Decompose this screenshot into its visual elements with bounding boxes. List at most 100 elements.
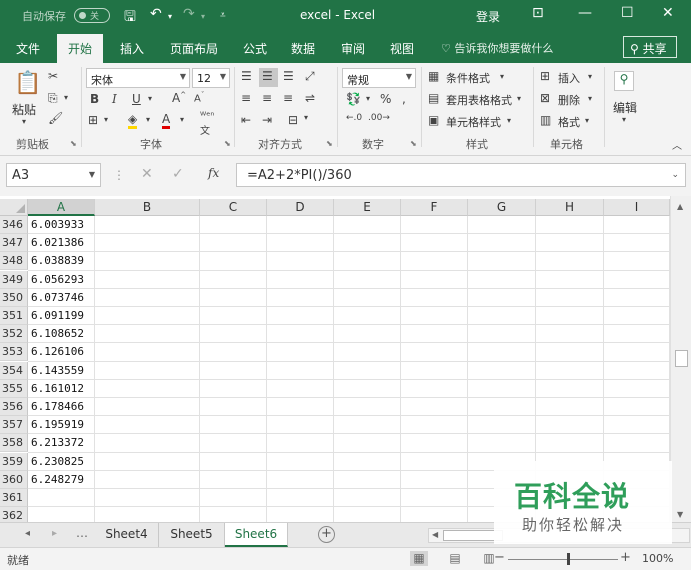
zoom-in-icon[interactable]: +	[620, 550, 631, 565]
cell-style-label[interactable]: 单元格样式	[446, 114, 501, 130]
formula-input[interactable]: =A2+2*PI()/360 ⌄	[236, 163, 686, 187]
copy-icon[interactable]: ⎘	[48, 91, 58, 106]
increase-indent-icon[interactable]: ⇥	[262, 113, 272, 127]
number-format-select[interactable]: 常规 ▼	[342, 68, 416, 88]
tab-review[interactable]: 审阅	[341, 40, 365, 57]
font-color-dropdown-icon[interactable]: ▾	[180, 115, 184, 124]
select-all-button[interactable]	[0, 199, 28, 216]
cell-a[interactable]: 6.161012	[31, 380, 84, 398]
format-cells-label[interactable]: 格式	[558, 114, 580, 130]
row-header[interactable]: 346	[0, 216, 28, 234]
column-header-d[interactable]: D	[267, 199, 334, 216]
column-header-g[interactable]: G	[468, 199, 536, 216]
accounting-dropdown-icon[interactable]: ▾	[366, 94, 370, 103]
maximize-icon[interactable]: ☐	[621, 5, 634, 21]
zoom-slider[interactable]	[508, 559, 618, 560]
login-link[interactable]: 登录	[476, 8, 500, 25]
delete-cells-icon[interactable]: ⊠	[540, 91, 550, 105]
merge-dropdown-icon[interactable]: ▾	[304, 113, 308, 122]
chevron-down-icon[interactable]: ▾	[588, 94, 592, 103]
cell-a[interactable]: 6.143559	[31, 362, 84, 380]
cell-a[interactable]: 6.195919	[31, 416, 84, 434]
tab-view[interactable]: 视图	[390, 40, 414, 57]
phonetic-icon[interactable]: ᵂᵉⁿ 文	[200, 111, 214, 137]
cell-a[interactable]: 6.038839	[31, 252, 84, 270]
row-header[interactable]: 350	[0, 288, 28, 307]
cell-a[interactable]: 6.213372	[31, 434, 84, 452]
fill-color-icon[interactable]: ◈	[128, 113, 138, 129]
bold-icon[interactable]: B	[90, 92, 99, 106]
decrease-decimal-icon[interactable]: .00→	[368, 113, 390, 123]
more-sheets-icon[interactable]: …	[76, 526, 88, 540]
row-header[interactable]: 356	[0, 398, 28, 416]
underline-dropdown-icon[interactable]: ▾	[148, 94, 152, 103]
row-header[interactable]: 348	[0, 252, 28, 271]
row-header[interactable]: 358	[0, 434, 28, 453]
formula-bar-handle-icon[interactable]: ⋮	[113, 168, 125, 182]
increase-font-icon[interactable]: A^	[172, 91, 186, 105]
paste-dropdown-icon[interactable]: ▾	[22, 117, 26, 126]
number-dialog-launcher-icon[interactable]: ⬊	[410, 139, 417, 148]
name-box[interactable]: A3 ▼	[6, 163, 101, 187]
chevron-down-icon[interactable]: ▾	[507, 116, 511, 125]
decrease-indent-icon[interactable]: ⇤	[241, 113, 251, 127]
align-right-icon[interactable]: ≡	[283, 91, 293, 105]
page-layout-view-icon[interactable]: ▤	[446, 551, 464, 566]
sheet-tab-sheet4[interactable]: Sheet4	[95, 523, 159, 547]
align-center-icon[interactable]: ≡	[262, 91, 272, 105]
align-middle-icon[interactable]: ☰	[262, 69, 273, 83]
row-header[interactable]: 351	[0, 307, 28, 325]
row-header[interactable]: 353	[0, 343, 28, 362]
edit-label[interactable]: 编辑	[613, 99, 637, 116]
row-header[interactable]: 361	[0, 489, 28, 507]
vertical-scroll-thumb[interactable]	[675, 350, 688, 367]
tab-home[interactable]: 开始	[57, 34, 104, 63]
save-icon[interactable]: 🖫	[124, 6, 136, 30]
row-header[interactable]: 352	[0, 325, 28, 344]
tab-file[interactable]: 文件	[16, 40, 40, 57]
undo-icon[interactable]: ↶	[150, 6, 162, 22]
scroll-sheets-left-icon[interactable]: ◂	[25, 528, 30, 539]
ribbon-display-options-icon[interactable]: ⊡	[532, 5, 544, 21]
orientation-icon[interactable]: ⤢	[305, 69, 315, 84]
paste-icon[interactable]: 📋	[14, 71, 41, 96]
border-icon[interactable]: ⊞	[88, 113, 98, 127]
zoom-slider-thumb[interactable]	[567, 553, 570, 565]
normal-view-icon[interactable]: ▦	[410, 551, 428, 566]
tab-page-layout[interactable]: 页面布局	[170, 40, 218, 57]
insert-cells-label[interactable]: 插入	[558, 70, 580, 86]
scroll-down-icon[interactable]: ▼	[677, 510, 683, 519]
conditional-format-icon[interactable]: ▦	[428, 69, 439, 83]
merge-center-icon[interactable]: ⊟	[288, 113, 298, 127]
percent-icon[interactable]: %	[380, 92, 391, 106]
row-header[interactable]: 354	[0, 361, 28, 380]
paste-label[interactable]: 粘贴	[12, 101, 36, 118]
increase-decimal-icon[interactable]: ←.0	[346, 113, 362, 123]
cell-a[interactable]: 6.230825	[31, 453, 84, 471]
chevron-down-icon[interactable]: ▾	[517, 94, 521, 103]
redo-icon[interactable]: ↷	[183, 6, 195, 22]
font-name-select[interactable]: 宋体 ▼	[86, 68, 190, 88]
zoom-level[interactable]: 100%	[642, 552, 673, 565]
row-header[interactable]: 347	[0, 234, 28, 253]
cell-a[interactable]: 6.108652	[31, 325, 84, 343]
zoom-out-icon[interactable]: −	[494, 550, 505, 565]
tell-me-search[interactable]: ♡ 告诉我你想要做什么	[441, 40, 553, 56]
alignment-dialog-launcher-icon[interactable]: ⬊	[326, 139, 333, 148]
cell-a[interactable]: 6.073746	[31, 289, 84, 307]
align-left-icon[interactable]: ≡	[241, 91, 251, 105]
share-button[interactable]: ⚲ 共享	[623, 36, 677, 58]
sheet-tab-sheet5[interactable]: Sheet5	[159, 523, 225, 547]
cell-a[interactable]: 6.248279	[31, 471, 84, 489]
italic-icon[interactable]: I	[112, 92, 117, 106]
close-icon[interactable]: ✕	[662, 5, 674, 21]
tab-insert[interactable]: 插入	[120, 40, 144, 57]
scroll-left-icon[interactable]: ◀	[432, 530, 438, 539]
column-header-a[interactable]: A	[28, 199, 95, 216]
row-header[interactable]: 357	[0, 416, 28, 435]
expand-formula-icon[interactable]: ⌄	[671, 170, 679, 180]
decrease-font-icon[interactable]: Aˇ	[194, 91, 204, 104]
redo-dropdown-icon[interactable]: ▾	[201, 12, 205, 21]
collapse-ribbon-icon[interactable]: ︿	[672, 137, 682, 152]
conditional-format-label[interactable]: 条件格式	[446, 70, 490, 86]
